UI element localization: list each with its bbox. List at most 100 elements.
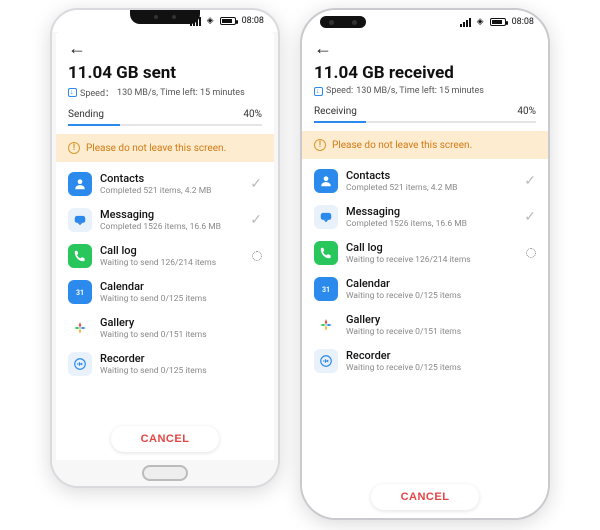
- item-text: ContactsCompleted 521 items, 4.2 MB: [100, 172, 242, 196]
- item-title: Call log: [346, 241, 518, 254]
- item-subtitle: Waiting to receive 126/214 items: [346, 255, 518, 265]
- screen: ← 11.04 GB received Speed: 130 MB/s, Tim…: [302, 32, 548, 518]
- spinner-icon: [252, 251, 262, 261]
- list-item[interactable]: Call logWaiting to receive 126/214 items: [302, 235, 548, 271]
- speed-line: Speed： 130 MB/s, Time left: 15 minutes: [68, 86, 262, 99]
- list-item[interactable]: GalleryWaiting to send 0/151 items: [56, 310, 274, 346]
- home-button[interactable]: [142, 465, 188, 481]
- home-button-area: [52, 460, 278, 486]
- item-subtitle: Completed 1526 items, 16.6 MB: [100, 222, 242, 232]
- transfer-list[interactable]: ContactsCompleted 521 items, 4.2 MB✓Mess…: [56, 162, 274, 420]
- calendar-icon: 31: [314, 277, 338, 301]
- item-text: RecorderWaiting to receive 0/125 items: [346, 349, 518, 373]
- contacts-icon: [314, 169, 338, 193]
- check-icon: ✓: [250, 212, 262, 228]
- list-item[interactable]: 31 CalendarWaiting to send 0/125 items: [56, 274, 274, 310]
- page-title: 11.04 GB sent: [68, 63, 262, 83]
- item-subtitle: Waiting to receive 0/125 items: [346, 363, 518, 373]
- cancel-button[interactable]: CANCEL: [371, 484, 480, 510]
- messaging-icon: [314, 205, 338, 229]
- speed-value: 130 MB/s, Time left: 15 minutes: [356, 86, 484, 96]
- speed-label: Speed：: [80, 86, 114, 99]
- cancel-bar: CANCEL: [56, 420, 274, 460]
- list-item[interactable]: ContactsCompleted 521 items, 4.2 MB ✓: [56, 166, 274, 202]
- tab-row: Receiving 40%: [302, 100, 548, 117]
- item-text: MessagingCompleted 1526 items, 16.6 MB: [100, 208, 242, 232]
- cancel-bar: CANCEL: [302, 478, 548, 518]
- warning-banner: ! Please do not leave this screen.: [302, 131, 548, 159]
- screen: ← 11.04 GB sent Speed： 130 MB/s, Time le…: [56, 32, 274, 460]
- tab-row: Sending 40%: [56, 103, 274, 120]
- list-item[interactable]: 31 CalendarWaiting to receive 0/125 items: [302, 271, 548, 307]
- speed-icon: [68, 88, 77, 97]
- item-text: GalleryWaiting to send 0/151 items: [100, 316, 244, 340]
- item-text: Call logWaiting to receive 126/214 items: [346, 241, 518, 265]
- speed-label: Speed:: [326, 86, 353, 96]
- wifi-icon: ◈: [207, 16, 214, 26]
- clock: 08:08: [242, 16, 264, 26]
- svg-text:31: 31: [76, 289, 84, 297]
- item-subtitle: Completed 521 items, 4.2 MB: [100, 186, 242, 196]
- cancel-button[interactable]: CANCEL: [111, 426, 220, 452]
- list-item[interactable]: RecorderWaiting to send 0/125 items: [56, 346, 274, 382]
- check-icon: ✓: [524, 173, 536, 189]
- contacts-icon: [68, 172, 92, 196]
- battery-icon: [490, 18, 506, 26]
- gallery-icon: [68, 316, 92, 340]
- list-item[interactable]: Call logWaiting to send 126/214 items: [56, 238, 274, 274]
- speed-value: 130 MB/s, Time left: 15 minutes: [117, 88, 245, 98]
- progress-percent: 40%: [243, 109, 262, 120]
- warning-text: Please do not leave this screen.: [332, 140, 472, 151]
- list-item[interactable]: ContactsCompleted 521 items, 4.2 MB ✓: [302, 163, 548, 199]
- notch: [130, 10, 200, 24]
- call-icon: [314, 241, 338, 265]
- check-icon: ✓: [250, 176, 262, 192]
- svg-text:31: 31: [322, 286, 330, 294]
- calendar-icon: 31: [68, 280, 92, 304]
- item-text: CalendarWaiting to receive 0/125 items: [346, 277, 518, 301]
- item-text: GalleryWaiting to receive 0/151 items: [346, 313, 518, 337]
- item-text: MessagingCompleted 1526 items, 16.6 MB: [346, 205, 516, 229]
- tab-sending[interactable]: Sending: [68, 109, 104, 120]
- header: ← 11.04 GB received Speed: 130 MB/s, Tim…: [302, 32, 548, 100]
- list-item[interactable]: MessagingCompleted 1526 items, 16.6 MB ✓: [56, 202, 274, 238]
- item-title: Contacts: [100, 172, 242, 185]
- back-button[interactable]: ←: [314, 38, 332, 59]
- speed-icon: [314, 87, 323, 96]
- progress-percent: 40%: [517, 106, 536, 117]
- page-title: 11.04 GB received: [314, 63, 536, 83]
- recorder-icon: [68, 352, 92, 376]
- spinner-icon: [526, 248, 536, 258]
- tab-receiving[interactable]: Receiving: [314, 106, 357, 117]
- item-title: Calendar: [100, 280, 244, 293]
- tab-underline: [314, 121, 536, 123]
- wifi-icon: ◈: [477, 17, 484, 27]
- call-icon: [68, 244, 92, 268]
- list-item[interactable]: GalleryWaiting to receive 0/151 items: [302, 307, 548, 343]
- warning-icon: !: [68, 142, 80, 154]
- item-text: RecorderWaiting to send 0/125 items: [100, 352, 244, 376]
- item-title: Gallery: [100, 316, 244, 329]
- warning-text: Please do not leave this screen.: [86, 143, 226, 154]
- back-button[interactable]: ←: [68, 38, 86, 59]
- messaging-icon: [68, 208, 92, 232]
- item-subtitle: Waiting to send 0/125 items: [100, 294, 244, 304]
- list-item[interactable]: RecorderWaiting to receive 0/125 items: [302, 343, 548, 379]
- speed-line: Speed: 130 MB/s, Time left: 15 minutes: [314, 86, 536, 96]
- warning-banner: ! Please do not leave this screen.: [56, 134, 274, 162]
- item-title: Contacts: [346, 169, 516, 182]
- item-subtitle: Waiting to send 0/151 items: [100, 330, 244, 340]
- header: ← 11.04 GB sent Speed： 130 MB/s, Time le…: [56, 32, 274, 103]
- signal-icon: [460, 18, 471, 27]
- item-title: Recorder: [346, 349, 518, 362]
- list-item[interactable]: MessagingCompleted 1526 items, 16.6 MB✓: [302, 199, 548, 235]
- recorder-icon: [314, 349, 338, 373]
- item-title: Messaging: [346, 205, 516, 218]
- gallery-icon: [314, 313, 338, 337]
- item-subtitle: Waiting to receive 0/125 items: [346, 291, 518, 301]
- item-title: Recorder: [100, 352, 244, 365]
- item-subtitle: Completed 521 items, 4.2 MB: [346, 183, 516, 193]
- item-text: Call logWaiting to send 126/214 items: [100, 244, 244, 268]
- warning-icon: !: [314, 139, 326, 151]
- transfer-list[interactable]: ContactsCompleted 521 items, 4.2 MB ✓ Mess…: [302, 159, 548, 478]
